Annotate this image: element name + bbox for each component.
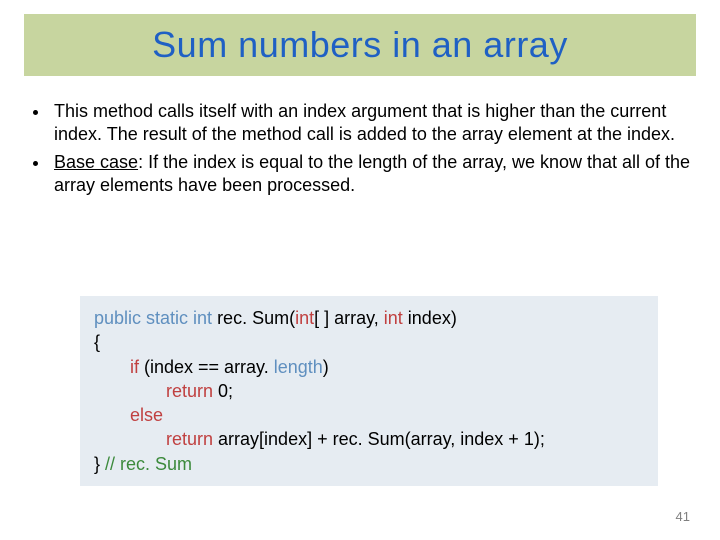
- code-token: ): [323, 357, 329, 377]
- bullet-text: This method calls itself with an index a…: [54, 101, 675, 144]
- code-line: {: [94, 330, 644, 354]
- code-line: public static int rec. Sum(int[ ] array,…: [94, 306, 644, 330]
- code-line: return 0;: [94, 379, 644, 403]
- code-token-comment: // rec. Sum: [105, 454, 192, 474]
- code-token: array[index] + rec. Sum(array, index + 1…: [213, 429, 545, 449]
- bullet-list: This method calls itself with an index a…: [28, 100, 692, 196]
- code-token-type: int: [295, 308, 314, 328]
- code-token-keyword: return: [166, 381, 213, 401]
- bullet-item: Base case: If the index is equal to the …: [50, 151, 692, 196]
- bullet-text: : If the index is equal to the length of…: [54, 152, 690, 195]
- page-number: 41: [676, 509, 690, 524]
- code-block: public static int rec. Sum(int[ ] array,…: [80, 296, 658, 486]
- code-token: 0;: [213, 381, 233, 401]
- code-token: index): [403, 308, 457, 328]
- code-line: if (index == array. length): [94, 355, 644, 379]
- code-line: else: [94, 403, 644, 427]
- code-token: }: [94, 454, 105, 474]
- code-line: return array[index] + rec. Sum(array, in…: [94, 427, 644, 451]
- code-token-keyword: if: [130, 357, 139, 377]
- code-token-property: length: [274, 357, 323, 377]
- code-line: } // rec. Sum: [94, 452, 644, 476]
- title-band: Sum numbers in an array: [24, 14, 696, 76]
- body-text: This method calls itself with an index a…: [28, 100, 692, 202]
- code-token-modifiers: public static int: [94, 308, 217, 328]
- base-case-label: Base case: [54, 152, 138, 172]
- slide: Sum numbers in an array This method call…: [0, 0, 720, 540]
- bullet-item: This method calls itself with an index a…: [50, 100, 692, 145]
- code-token-keyword: return: [166, 429, 213, 449]
- code-token-keyword: else: [130, 405, 163, 425]
- code-token: [ ] array,: [314, 308, 384, 328]
- code-token-type: int: [384, 308, 403, 328]
- slide-title: Sum numbers in an array: [152, 24, 568, 66]
- code-token: rec. Sum(: [217, 308, 295, 328]
- code-token: (index == array.: [139, 357, 274, 377]
